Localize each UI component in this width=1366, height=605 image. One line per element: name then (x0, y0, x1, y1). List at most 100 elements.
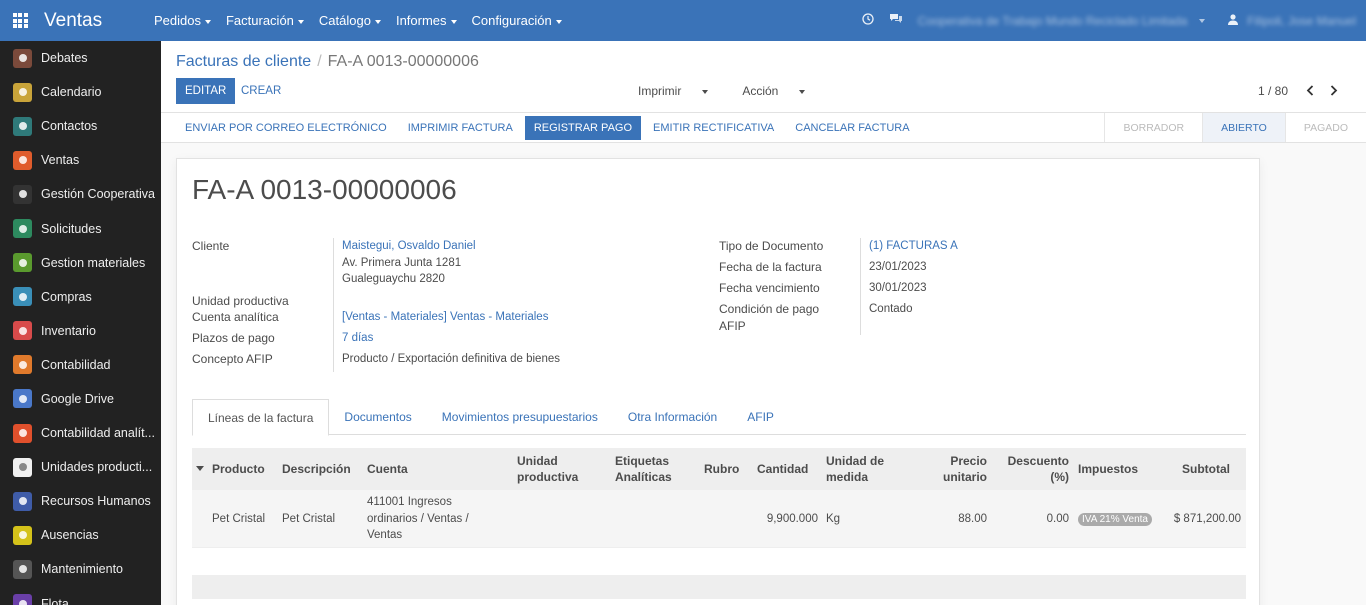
sidebar-item[interactable]: Unidades producti... (0, 450, 161, 484)
people-icon (13, 491, 32, 511)
company-switcher[interactable]: Cooperativa de Trabajo Mundo Reciclado L… (918, 14, 1188, 28)
apps-menu-icon[interactable] (0, 0, 40, 41)
sidebar-item[interactable]: Calendario (0, 75, 161, 109)
sidebar-item[interactable]: Contabilidad (0, 348, 161, 382)
menu-catalogo[interactable]: Catálogo (319, 13, 381, 28)
col-category[interactable]: Rubro (704, 461, 739, 477)
col-account[interactable]: Cuenta (367, 461, 408, 477)
payment-terms-label: Plazos de pago (192, 331, 275, 345)
cancel-invoice-button[interactable]: CANCELAR FACTURA (786, 116, 918, 140)
drive-icon (13, 389, 32, 409)
main-menu: Pedidos Facturación Catálogo Informes Co… (154, 13, 577, 28)
sidebar-item[interactable]: Contabilidad analít... (0, 416, 161, 450)
sort-caret-icon[interactable] (196, 466, 204, 471)
sidebar-item-label: Ausencias (41, 528, 99, 543)
customer-link[interactable]: Maistegui, Osvaldo Daniel (342, 238, 476, 255)
sidebar-item[interactable]: Solicitudes (0, 211, 161, 245)
send-email-button[interactable]: ENVIAR POR CORREO ELECTRÓNICO (176, 116, 396, 140)
edit-button[interactable]: EDITAR (176, 78, 236, 104)
sidebar-item[interactable]: Google Drive (0, 382, 161, 416)
tab-budget-moves[interactable]: Movimientos presupuestarios (427, 399, 613, 435)
caret-down-icon (374, 19, 381, 24)
analytic-account-link[interactable]: [Ventas - Materiales] Ventas - Materiale… (333, 309, 548, 330)
calendar-icon (13, 82, 32, 102)
sidebar-item[interactable]: Compras (0, 280, 161, 314)
tab-afip[interactable]: AFIP (732, 399, 789, 435)
chat-icon (13, 48, 32, 68)
sidebar-item-label: Compras (41, 289, 92, 304)
sidebar-item-label: Gestion materiales (41, 255, 146, 270)
print-invoice-button[interactable]: IMPRIMIR FACTURA (399, 116, 522, 140)
sidebar-item-label: Gestión Cooperativa (41, 187, 155, 202)
tax-badge: IVA 21% Venta (1078, 513, 1152, 526)
user-icon[interactable] (1219, 13, 1247, 28)
cell-account: 411001 Ingresos ordinarios / Ventas / Vent… (367, 496, 469, 541)
accounting-icon (13, 355, 32, 375)
clock-icon[interactable] (854, 13, 882, 28)
breadcrumb-parent[interactable]: Facturas de cliente (176, 53, 311, 70)
create-button[interactable]: CREAR (241, 78, 281, 104)
sidebar-item[interactable]: Gestion materiales (0, 246, 161, 280)
chart-line-icon (13, 150, 32, 170)
sidebar-item-label: Solicitudes (41, 221, 102, 236)
col-unit-price[interactable]: Precio unitario (934, 453, 987, 485)
col-productive-unit[interactable]: Unidad productiva (517, 453, 578, 485)
print-dropdown[interactable]: Imprimir (638, 84, 725, 98)
sidebar-item[interactable]: Ventas (0, 143, 161, 177)
sidebar-item-label: Debates (41, 51, 88, 66)
sidebar-item-label: Calendario (41, 85, 102, 100)
menu-informes[interactable]: Informes (396, 13, 457, 28)
payment-terms-link[interactable]: 7 días (333, 330, 373, 351)
main-content: Facturas de cliente / FA-A 0013-00000006 E… (161, 41, 1366, 605)
sidebar-item-label: Contabilidad analít... (41, 426, 155, 441)
sidebar-item[interactable]: Contactos (0, 109, 161, 143)
table-row[interactable]: Pet Cristal Pet Cristal 411001 Ingresos o… (192, 490, 1246, 548)
menu-facturacion[interactable]: Facturación (226, 13, 304, 28)
col-product[interactable]: Producto (212, 461, 265, 477)
tab-other-info[interactable]: Otra Información (613, 399, 732, 435)
chat-icon[interactable] (882, 13, 910, 28)
col-description[interactable]: Descripción (282, 461, 351, 477)
sidebar-item[interactable]: Ausencias (0, 518, 161, 552)
menu-pedidos[interactable]: Pedidos (154, 13, 211, 28)
cell-discount: 0.00 (1046, 513, 1069, 525)
col-subtotal[interactable]: Subtotal (1182, 461, 1230, 477)
col-discount[interactable]: Descuento (%) (1002, 453, 1069, 485)
register-payment-button[interactable]: REGISTRAR PAGO (524, 115, 642, 140)
document-type-link[interactable]: (1) FACTURAS A (860, 238, 958, 259)
sidebar-item[interactable]: Debates (0, 41, 161, 75)
col-quantity[interactable]: Cantidad (757, 461, 808, 477)
sidebar-item-label: Mantenimiento (41, 562, 123, 577)
col-analytic-tags[interactable]: Etiquetas Analíticas (615, 453, 672, 485)
app-brand: Ventas (44, 9, 103, 31)
tab-documents[interactable]: Documentos (329, 399, 426, 435)
due-date-value: 30/01/2023 (860, 280, 927, 301)
menu-configuracion[interactable]: Configuración (472, 13, 562, 28)
document-type-label: Tipo de Documento (719, 239, 824, 253)
sidebar-item[interactable]: Recursos Humanos (0, 484, 161, 518)
col-taxes[interactable]: Impuestos (1078, 461, 1138, 477)
breadcrumb: Facturas de cliente / FA-A 0013-00000006 (176, 53, 479, 70)
pager-value[interactable]: 1 / 80 (1258, 84, 1288, 98)
action-dropdowns: Imprimir Acción (638, 78, 839, 104)
sidebar-item[interactable]: Gestión Cooperativa (0, 177, 161, 211)
car-icon (13, 594, 32, 605)
sidebar-item[interactable]: Mantenimiento (0, 552, 161, 586)
invoice-date-label: Fecha de la factura (719, 260, 822, 274)
caret-down-icon (1199, 18, 1206, 23)
tab-invoice-lines[interactable]: Líneas de la factura (192, 399, 330, 436)
customer-address-2: Gualeguaychu 2820 (342, 273, 445, 285)
stage-open: ABIERTO (1202, 113, 1285, 142)
action-dropdown[interactable]: Acción (742, 84, 822, 98)
cell-subtotal: $ 871,200.00 (1173, 513, 1241, 525)
credit-note-button[interactable]: EMITIR RECTIFICATIVA (644, 116, 783, 140)
user-menu[interactable]: Filipoli, Jose Manuel (1247, 14, 1356, 28)
sidebar-item[interactable]: Inventario (0, 314, 161, 348)
sidebar-item[interactable]: Flota (0, 587, 161, 605)
chevron-left-icon[interactable] (1298, 83, 1322, 99)
col-uom[interactable]: Unidad de medida (826, 453, 884, 485)
caret-down-icon (702, 89, 709, 94)
productive-unit-value[interactable] (333, 293, 342, 309)
chevron-right-icon[interactable] (1322, 83, 1346, 99)
form-statusbar: ENVIAR POR CORREO ELECTRÓNICO IMPRIMIR F… (161, 113, 1366, 143)
